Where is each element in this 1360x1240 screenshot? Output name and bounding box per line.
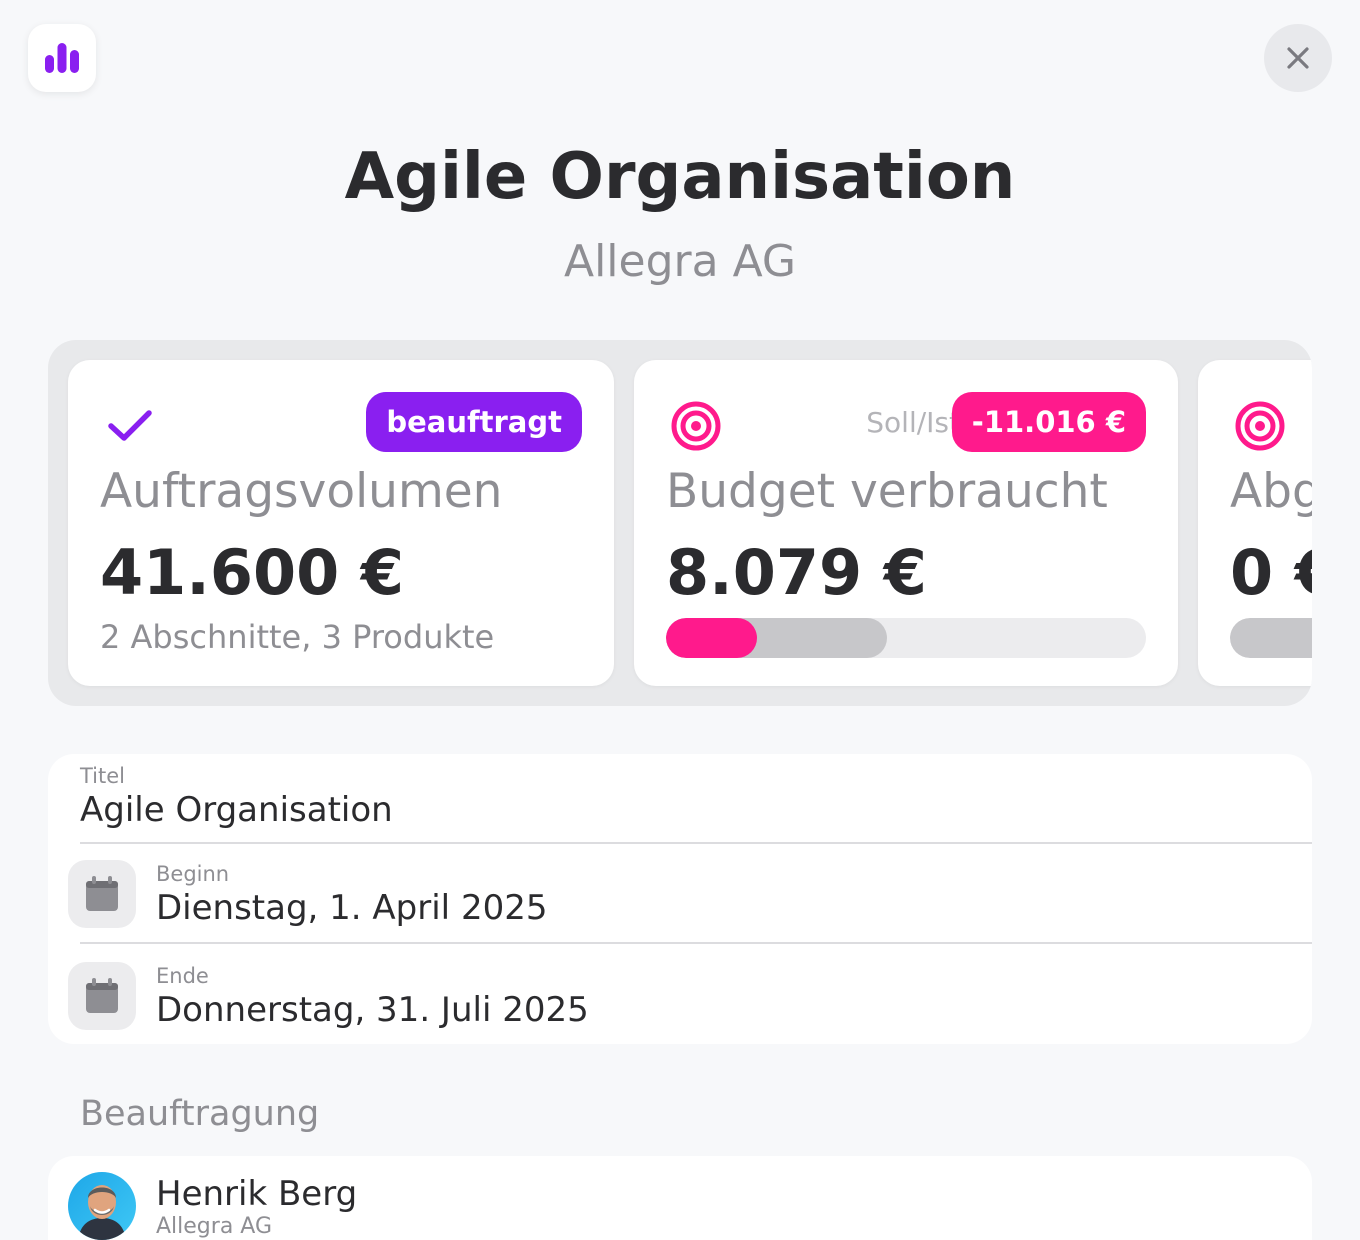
- target-icon: [1232, 398, 1288, 454]
- budget-used-card[interactable]: Soll/Ist -11.016 € Budget verbraucht 8.0…: [634, 360, 1178, 686]
- divider: [80, 842, 1312, 844]
- close-button[interactable]: [1264, 24, 1332, 92]
- card-subtext: 2 Abschnitte, 3 Produkte: [100, 618, 495, 656]
- page-title: Agile Organisation: [344, 140, 1016, 214]
- card-label: Budget verbraucht: [666, 464, 1108, 519]
- app-logo-button[interactable]: [28, 24, 96, 92]
- budget-progress-bar: [666, 618, 1146, 658]
- progress-actual-fill: [666, 618, 758, 658]
- card-value: 41.600 €: [100, 536, 404, 609]
- start-date-label: Beginn: [156, 862, 230, 886]
- title-field[interactable]: Agile Organisation: [80, 790, 393, 830]
- checkmark-icon: [102, 398, 158, 454]
- page-subtitle: Allegra AG: [563, 236, 796, 287]
- close-icon: [1287, 47, 1309, 69]
- target-icon: [668, 398, 724, 454]
- card-label: Abg: [1230, 464, 1312, 519]
- divider: [80, 942, 1312, 944]
- assigned-person-row[interactable]: Henrik Berg Allegra AG: [48, 1156, 1312, 1240]
- progress-fill: [1230, 618, 1312, 658]
- avatar: [68, 1172, 136, 1240]
- end-date-field[interactable]: Donnerstag, 31. Juli 2025: [156, 990, 589, 1030]
- card-value: 0 €: [1230, 536, 1312, 609]
- kpi-cards-carousel[interactable]: beauftragt Auftragsvolumen 41.600 € 2 Ab…: [48, 340, 1312, 706]
- progress-bar: [1230, 618, 1312, 658]
- status-badge: beauftragt: [366, 392, 582, 452]
- start-date-field[interactable]: Dienstag, 1. April 2025: [156, 888, 547, 928]
- person-company: Allegra AG: [156, 1214, 273, 1239]
- soll-ist-caption: Soll/Ist: [866, 406, 960, 439]
- calendar-icon[interactable]: [68, 962, 136, 1030]
- title-field-label: Titel: [80, 764, 126, 788]
- project-details-form: Titel Agile Organisation Beginn Dienstag…: [48, 754, 1312, 1044]
- third-kpi-card[interactable]: Abg 0 €: [1198, 360, 1312, 686]
- order-volume-card[interactable]: beauftragt Auftragsvolumen 41.600 € 2 Ab…: [68, 360, 614, 686]
- end-date-label: Ende: [156, 964, 209, 988]
- assignment-section-heading: Beauftragung: [80, 1094, 320, 1134]
- card-value: 8.079 €: [666, 536, 927, 609]
- calendar-icon[interactable]: [68, 860, 136, 928]
- bar-chart-icon: [45, 43, 79, 73]
- variance-badge: -11.016 €: [951, 392, 1146, 452]
- card-label: Auftragsvolumen: [100, 464, 503, 519]
- person-name: Henrik Berg: [156, 1174, 358, 1214]
